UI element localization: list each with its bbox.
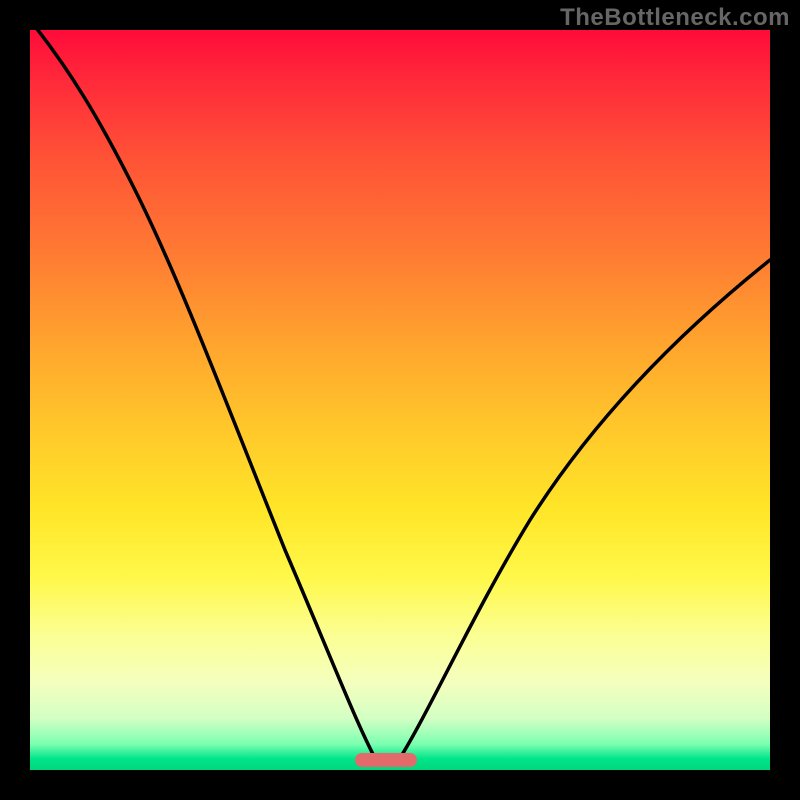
- curve-left-branch: [30, 30, 375, 758]
- optimal-marker: [355, 753, 417, 767]
- bottleneck-curve: [30, 30, 770, 770]
- chart-frame: TheBottleneck.com: [0, 0, 800, 800]
- plot-area: [30, 30, 770, 770]
- curve-right-branch: [400, 260, 770, 758]
- attribution-text: TheBottleneck.com: [560, 4, 790, 32]
